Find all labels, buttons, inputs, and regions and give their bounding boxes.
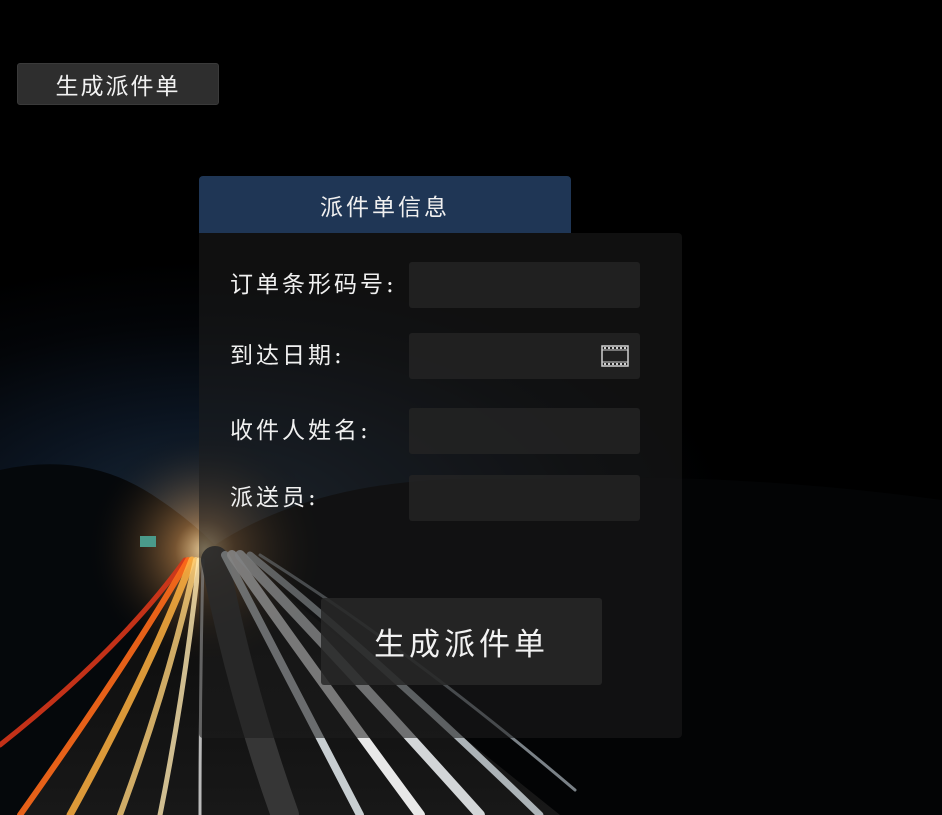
recipient-name-input[interactable] [409,408,640,454]
app-window: 生成派件单 派件单信息 订单条形码号: 到达日期: 收件人姓名: 派送员: 生成… [0,0,942,815]
courier-input[interactable] [409,475,640,521]
submit-generate-button[interactable]: 生成派件单 [321,598,602,685]
arrival-date-label: 到达日期: [230,343,345,369]
form-row-recipient-name: 收件人姓名: [199,408,682,454]
barcode-input[interactable] [409,262,640,308]
barcode-label: 订单条形码号: [230,272,397,298]
form-row-courier: 派送员: [199,475,682,521]
dispatch-form-panel: 订单条形码号: 到达日期: 收件人姓名: 派送员: 生成派件单 [199,233,682,738]
panel-title: 派件单信息 [199,176,571,233]
courier-label: 派送员: [230,485,319,511]
recipient-name-label: 收件人姓名: [230,418,371,444]
form-row-arrival-date: 到达日期: [199,333,682,379]
generate-dispatch-button[interactable]: 生成派件单 [17,63,219,105]
calendar-icon[interactable] [601,345,629,367]
form-row-barcode: 订单条形码号: [199,262,682,308]
